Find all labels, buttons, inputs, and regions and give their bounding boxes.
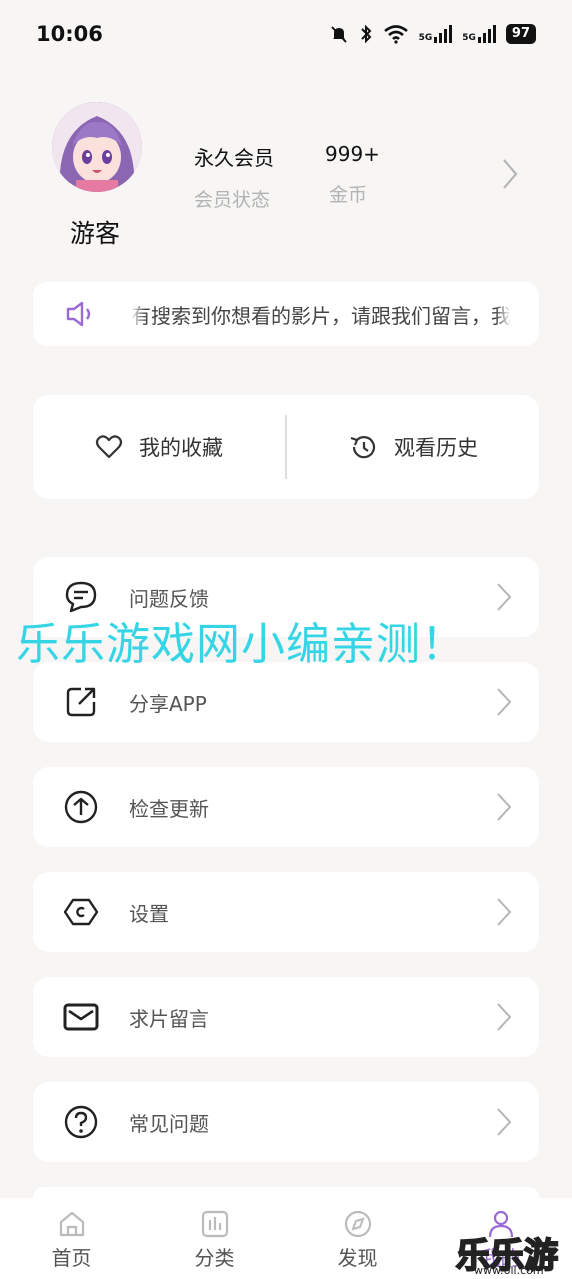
- chevron-right-icon: [497, 583, 512, 611]
- menu-item-settings[interactable]: 设置: [33, 872, 539, 952]
- chevron-right-icon: [497, 1003, 512, 1031]
- menu-label: 常见问题: [129, 1111, 209, 1136]
- tab-home[interactable]: 首页: [0, 1198, 143, 1279]
- nickname: 游客: [70, 219, 121, 248]
- menu-label: 求片留言: [129, 1006, 209, 1031]
- tab-home-label: 首页: [51, 1246, 92, 1270]
- bluetooth-icon: [360, 24, 372, 44]
- favorites-button[interactable]: 我的收藏: [33, 432, 285, 462]
- coins-value: 999+: [325, 142, 380, 166]
- signal-1: 5G: [419, 25, 453, 43]
- coins-label: 金币: [329, 184, 368, 206]
- favorites-label: 我的收藏: [139, 436, 223, 460]
- history-button[interactable]: 观看历史: [287, 432, 539, 462]
- coins-stat: 999+ 金币: [325, 142, 380, 207]
- network-type-2: 5G: [462, 33, 476, 43]
- network-type-1: 5G: [418, 33, 433, 43]
- chevron-right-icon: [497, 1108, 512, 1136]
- menu-item-update[interactable]: 检查更新: [33, 767, 539, 847]
- chevron-right-icon: [497, 898, 512, 926]
- menu-label: 分享APP: [129, 691, 207, 716]
- chevron-right-icon[interactable]: [500, 156, 520, 192]
- notice-bar[interactable]: 有搜索到你想看的影片，请跟我们留言，我: [33, 282, 539, 346]
- status-time: 10:06: [36, 22, 103, 46]
- tab-category-label: 分类: [194, 1246, 235, 1270]
- avatar[interactable]: [52, 102, 142, 192]
- category-icon: [201, 1210, 228, 1238]
- signal-2: 5G: [462, 25, 496, 43]
- tab-category[interactable]: 分类: [143, 1198, 286, 1279]
- membership-label: 会员状态: [194, 189, 271, 211]
- history-label: 观看历史: [394, 436, 478, 460]
- settings-icon: [63, 894, 99, 930]
- corner-logo-url: www.6ll.com: [474, 1264, 544, 1277]
- watermark-text: 乐乐游戏网小编亲测！: [16, 619, 466, 670]
- tab-discover[interactable]: 发现: [286, 1198, 429, 1279]
- update-icon: [63, 789, 99, 825]
- profile-header[interactable]: 游客 永久会员 会员状态 999+ 金币: [0, 100, 572, 260]
- chevron-right-icon: [497, 793, 512, 821]
- quick-actions: 我的收藏 观看历史: [33, 395, 539, 499]
- mail-icon: [63, 999, 99, 1035]
- membership-value: 永久会员: [194, 146, 274, 170]
- question-icon: [63, 1104, 99, 1140]
- status-bar: 10:06 5G 5G 97: [0, 0, 572, 68]
- mute-bell-icon: [330, 26, 347, 43]
- menu-label: 设置: [129, 901, 169, 926]
- compass-icon: [344, 1210, 371, 1238]
- chevron-right-icon: [497, 688, 512, 716]
- menu-item-request[interactable]: 求片留言: [33, 977, 539, 1057]
- history-icon: [350, 436, 376, 459]
- notice-text: 有搜索到你想看的影片，请跟我们留言，我: [131, 303, 511, 328]
- heart-icon: [95, 435, 123, 459]
- speaker-icon: [66, 301, 91, 327]
- home-icon: [59, 1211, 84, 1237]
- tab-discover-label: 发现: [337, 1246, 378, 1270]
- membership-stat: 永久会员 会员状态: [194, 142, 274, 212]
- menu-item-faq[interactable]: 常见问题: [33, 1082, 539, 1162]
- battery-indicator: 97: [505, 24, 536, 44]
- menu-label: 检查更新: [129, 796, 209, 821]
- share-icon: [63, 684, 99, 720]
- wifi-icon: [383, 25, 408, 44]
- menu-item-share[interactable]: 分享APP: [33, 662, 539, 742]
- status-icons: 5G 5G 97: [329, 24, 536, 44]
